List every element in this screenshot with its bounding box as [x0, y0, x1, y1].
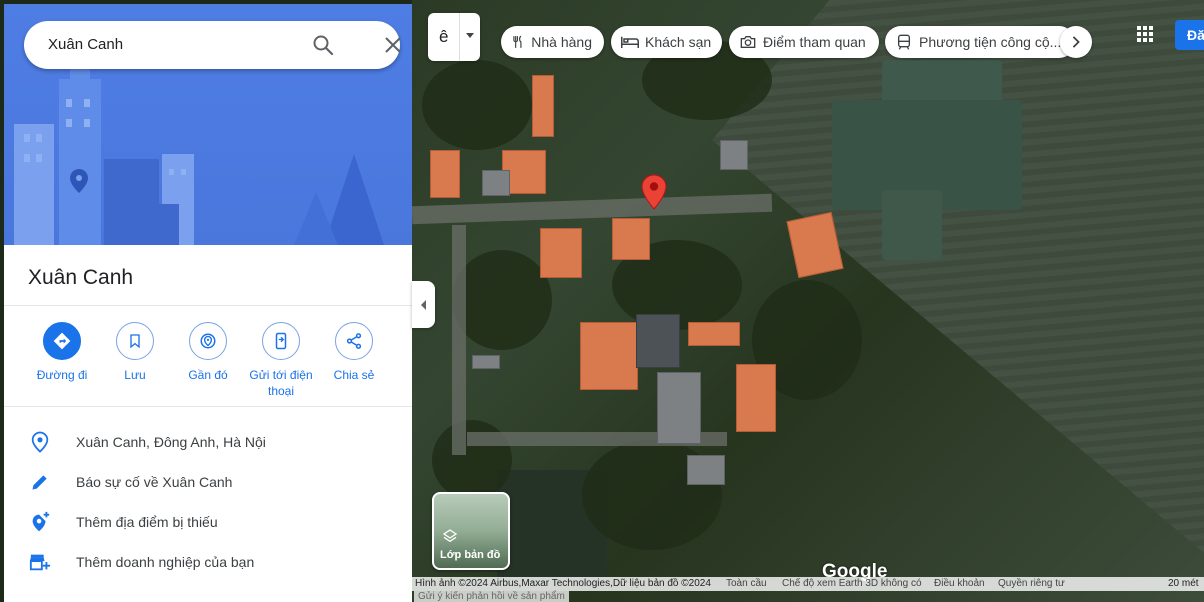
layers-button[interactable]: Lớp bản đồ — [432, 492, 510, 570]
send-to-phone-icon — [275, 332, 287, 350]
location-pin-icon — [31, 431, 49, 453]
hotel-icon — [621, 36, 639, 48]
house-roof — [720, 140, 748, 170]
apps-grid-icon[interactable] — [1135, 24, 1155, 44]
house-roof — [612, 218, 650, 260]
bookmark-icon — [130, 334, 140, 349]
report-issue-text: Báo sự cố về Xuân Canh — [76, 474, 233, 490]
save-label: Lưu — [124, 368, 146, 382]
add-business-row[interactable]: Thêm doanh nghiệp của bạn — [4, 544, 412, 580]
address-row[interactable]: Xuân Canh, Đông Anh, Hà Nội — [4, 424, 412, 460]
collapse-panel-button[interactable] — [412, 281, 435, 328]
divider — [4, 305, 412, 306]
input-tools-letter: ê — [439, 27, 449, 46]
chip-attractions[interactable]: Điểm tham quan — [729, 26, 879, 58]
nearby-label: Gần đó — [188, 368, 228, 382]
camera-icon — [740, 36, 756, 48]
road — [452, 225, 466, 455]
directions-label: Đường đi — [36, 368, 88, 382]
place-title: Xuân Canh — [28, 266, 134, 289]
add-missing-place-text: Thêm địa điểm bị thiếu — [76, 514, 218, 530]
search-input[interactable]: Xuân Canh — [48, 36, 123, 53]
send-to-phone-label: Gửi tới điện thoại — [249, 368, 313, 398]
house-roof — [657, 372, 701, 444]
imagery-attribution: Hình ảnh ©2024 Airbus,Maxar Technologies… — [415, 578, 711, 589]
layers-icon — [442, 529, 458, 543]
restaurant-icon — [513, 35, 522, 48]
search-box[interactable]: Xuân Canh — [24, 21, 401, 69]
chip-hotels-label: Khách sạn — [645, 34, 712, 50]
house-roof — [482, 170, 510, 196]
pencil-icon — [32, 475, 47, 490]
chip-hotels[interactable]: Khách sạn — [611, 26, 722, 58]
chip-restaurants[interactable]: Nhà hàng — [501, 26, 604, 58]
chip-attractions-label: Điểm tham quan — [763, 34, 866, 50]
scale-indicator[interactable]: 20 mét — [1168, 578, 1199, 589]
house-roof — [687, 455, 725, 485]
google-maps-window: Xuân Canh Xuân Canh Đường đi Lưu Gần đó … — [0, 0, 1204, 602]
share-label: Chia sẻ — [333, 368, 375, 382]
privacy-link[interactable]: Quyền riêng tư — [998, 578, 1065, 589]
location-pin-icon — [70, 169, 88, 193]
transit-icon — [898, 34, 910, 50]
add-location-icon — [32, 511, 50, 532]
house-roof — [430, 150, 460, 198]
place-panel: Xuân Canh Xuân Canh Đường đi Lưu Gần đó … — [4, 4, 412, 602]
earth-3d-link[interactable]: Chế độ xem Earth 3D không có — [782, 578, 922, 589]
house-roof — [472, 355, 500, 369]
chevron-right-icon — [1072, 36, 1080, 48]
pond — [882, 190, 942, 260]
chevron-down-icon[interactable] — [466, 33, 474, 38]
house-roof — [736, 364, 776, 432]
search-icon[interactable] — [311, 33, 335, 57]
close-icon[interactable] — [381, 33, 405, 57]
send-feedback-link[interactable]: Gửi ý kiến phản hồi về sản phẩm — [414, 591, 569, 602]
chip-restaurants-label: Nhà hàng — [531, 34, 592, 50]
house-roof — [580, 322, 638, 390]
add-business-icon — [29, 554, 51, 571]
send-to-phone-button[interactable]: Gửi tới điện thoại — [245, 322, 317, 399]
save-button[interactable]: Lưu — [99, 322, 171, 383]
add-missing-place-row[interactable]: Thêm địa điểm bị thiếu — [4, 504, 412, 540]
house-roof — [540, 228, 582, 278]
directions-button[interactable]: Đường đi — [26, 322, 98, 383]
sign-in-button[interactable]: Đă — [1175, 20, 1204, 50]
chip-transit[interactable]: Phương tiện công cộ... — [885, 26, 1075, 58]
add-business-text: Thêm doanh nghiệp của bạn — [76, 554, 255, 570]
nearby-icon — [200, 333, 216, 349]
address-text: Xuân Canh, Đông Anh, Hà Nội — [76, 434, 266, 450]
input-tools-button[interactable]: ê — [428, 13, 480, 61]
share-button[interactable]: Chia sẻ — [318, 322, 390, 383]
share-icon — [346, 333, 362, 349]
action-bar: Đường đi Lưu Gần đó Gửi tới điện thoại C… — [24, 322, 404, 402]
map-marker-icon[interactable] — [641, 174, 667, 210]
house-roof — [532, 75, 554, 137]
global-link[interactable]: Toàn cầu — [726, 578, 767, 589]
terms-link[interactable]: Điều khoản — [934, 578, 985, 589]
chips-next-button[interactable] — [1060, 26, 1092, 58]
divider — [459, 13, 460, 61]
chip-transit-label: Phương tiện công cộ... — [919, 34, 1062, 50]
satellite-map[interactable] — [412, 0, 1204, 602]
caret-left-icon — [420, 299, 426, 310]
report-issue-row[interactable]: Báo sự cố về Xuân Canh — [4, 464, 412, 500]
directions-icon — [53, 332, 71, 350]
house-roof — [688, 322, 740, 346]
road — [412, 193, 773, 225]
divider — [4, 406, 412, 407]
layers-label: Lớp bản đồ — [440, 549, 501, 561]
house-roof — [636, 314, 680, 368]
nearby-button[interactable]: Gần đó — [172, 322, 244, 383]
